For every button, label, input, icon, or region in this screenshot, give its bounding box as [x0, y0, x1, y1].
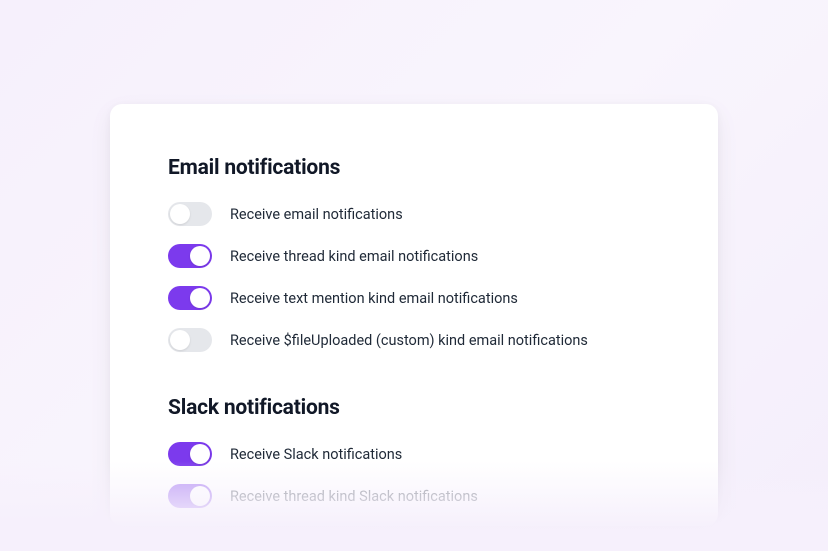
toggle-email-custom[interactable]: [168, 328, 212, 352]
setting-row-slack-receive: Receive Slack notifications: [168, 442, 660, 466]
toggle-knob: [190, 246, 210, 266]
setting-row-email-thread: Receive thread kind email notifications: [168, 244, 660, 268]
toggle-slack-thread[interactable]: [168, 484, 212, 508]
toggle-knob: [190, 486, 210, 506]
setting-row-email-custom: Receive $fileUploaded (custom) kind emai…: [168, 328, 660, 352]
setting-label: Receive $fileUploaded (custom) kind emai…: [230, 332, 588, 349]
toggle-slack-receive[interactable]: [168, 442, 212, 466]
toggle-knob: [170, 330, 190, 350]
setting-label: Receive email notifications: [230, 206, 403, 223]
toggle-email-thread[interactable]: [168, 244, 212, 268]
setting-row-email-receive: Receive email notifications: [168, 202, 660, 226]
setting-label: Receive thread kind email notifications: [230, 248, 478, 265]
toggle-knob: [190, 444, 210, 464]
setting-label: Receive text mention kind email notifica…: [230, 290, 518, 307]
email-section-title: Email notifications: [168, 156, 660, 180]
toggle-knob: [170, 204, 190, 224]
setting-label: Receive Slack notifications: [230, 446, 402, 463]
toggle-email-receive[interactable]: [168, 202, 212, 226]
setting-row-slack-thread: Receive thread kind Slack notifications: [168, 484, 660, 508]
toggle-knob: [190, 288, 210, 308]
settings-card: Email notifications Receive email notifi…: [110, 104, 718, 526]
toggle-email-mention[interactable]: [168, 286, 212, 310]
slack-section-title: Slack notifications: [168, 396, 660, 420]
setting-label: Receive thread kind Slack notifications: [230, 488, 478, 505]
setting-row-email-mention: Receive text mention kind email notifica…: [168, 286, 660, 310]
